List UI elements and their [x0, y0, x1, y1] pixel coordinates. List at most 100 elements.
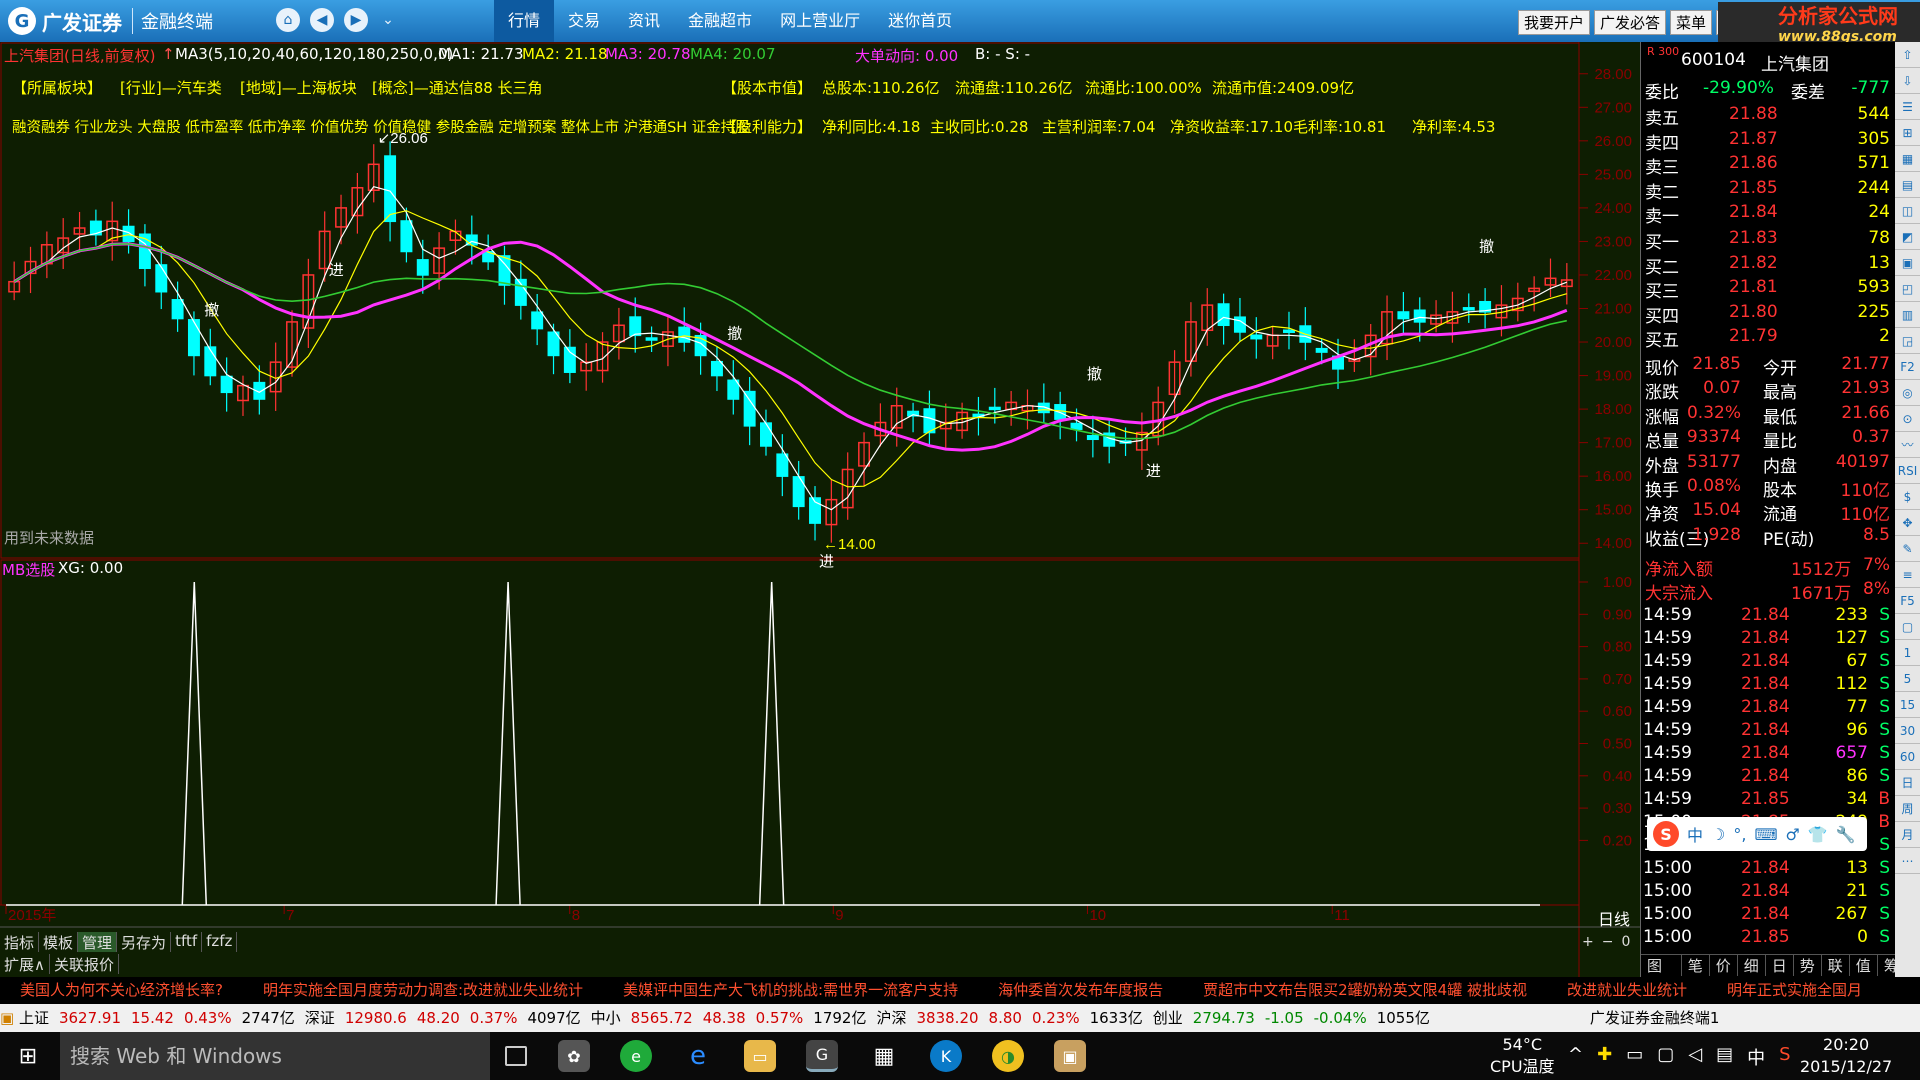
tab-manage[interactable]: 管理 — [78, 932, 118, 952]
ime-indicator[interactable]: 中 — [1747, 1044, 1765, 1070]
moon-icon[interactable]: ☽ — [1711, 825, 1725, 844]
tool-icon[interactable]: ⊙ — [1895, 406, 1920, 432]
tool-icon[interactable]: ⊞ — [1895, 120, 1920, 146]
tool-icon[interactable]: F5 — [1895, 588, 1920, 614]
tool-icon[interactable]: ▤ — [1895, 172, 1920, 198]
tool-icon[interactable]: ◲ — [1895, 328, 1920, 354]
tool-icon[interactable]: ⇩ — [1895, 68, 1920, 94]
home-icon[interactable]: ⌂ — [276, 8, 300, 32]
skin-icon[interactable]: 👕 — [1808, 825, 1828, 844]
news-headline[interactable]: 明年实施全国月度劳动力调查:改进就业失业统计 — [263, 981, 583, 999]
tool-icon[interactable]: 〰 — [1895, 432, 1920, 458]
tool-icon[interactable]: ▥ — [1895, 302, 1920, 328]
tool-icon[interactable]: ◎ — [1895, 380, 1920, 406]
news-headline[interactable]: 改进就业失业统计 — [1567, 981, 1687, 999]
notification-icon[interactable]: ▤ — [1716, 1044, 1733, 1070]
ime-toolbar[interactable]: S 中 ☽ °, ⌨ ♂ 👕 🔧 — [1647, 817, 1867, 851]
k-app-icon[interactable]: K — [930, 1040, 962, 1072]
menu-market[interactable]: 金融超市 — [674, 0, 766, 42]
clock[interactable]: 20:20 2015/12/27 — [1800, 1034, 1892, 1078]
battery-icon[interactable]: ▭ — [1626, 1044, 1643, 1070]
store-icon[interactable]: ▦ — [868, 1040, 900, 1072]
user-icon[interactable]: ♂ — [1786, 825, 1800, 844]
tool-icon[interactable]: ⇧ — [1895, 42, 1920, 68]
panel-tab[interactable]: 值 — [1850, 955, 1878, 976]
edge-icon[interactable]: e — [682, 1040, 714, 1072]
tool-icon[interactable]: 60 — [1895, 744, 1920, 770]
chevron-up-icon[interactable]: ^ — [1568, 1044, 1583, 1070]
news-headline[interactable]: 美媒评中国生产大飞机的挑战:需世界一流客户支持 — [623, 981, 958, 999]
kline-chart[interactable]: 28.00 27.00 26.00 25.00 24.00 23.00 22.00 21.00… — [0, 42, 1640, 977]
plus-icon[interactable]: ✚ — [1597, 1044, 1612, 1070]
tool-icon[interactable]: ▢ — [1895, 614, 1920, 640]
tool-icon[interactable]: $ — [1895, 484, 1920, 510]
tool-icon[interactable]: F2 — [1895, 354, 1920, 380]
menu-trade[interactable]: 交易 — [554, 0, 614, 42]
image-viewer-icon[interactable]: ▣ — [1054, 1040, 1086, 1072]
panel-tab[interactable]: 日 — [1766, 955, 1794, 976]
volume-icon[interactable]: ◁ — [1688, 1044, 1702, 1070]
wrench-icon[interactable]: 🔧 — [1836, 825, 1856, 844]
windows-start-icon[interactable]: ⊞ — [12, 1040, 44, 1072]
back-icon[interactable]: ◀ — [310, 8, 334, 32]
panel-tab[interactable]: 图文F10 — [1641, 955, 1682, 1015]
tool-icon[interactable]: 日 — [1895, 770, 1920, 796]
faq-button[interactable]: 广发必答 — [1594, 10, 1667, 35]
menu-button[interactable]: 菜单 — [1670, 10, 1713, 35]
chevron-down-icon[interactable]: ⌄ — [376, 8, 400, 32]
tool-icon[interactable]: ⋯ — [1895, 848, 1920, 874]
tab-related-quotes[interactable]: 关联报价 — [50, 954, 119, 974]
news-headline[interactable]: 美国人为何不关心经济增长率? — [20, 981, 223, 999]
explorer-icon[interactable]: ▭ — [744, 1040, 776, 1072]
news-headline[interactable]: 明年正式实施全国月 — [1727, 981, 1862, 999]
zoom-in-icon[interactable]: + — [1582, 934, 1594, 950]
menu-online-hall[interactable]: 网上营业厅 — [766, 0, 874, 42]
tab-template[interactable]: 模板 — [39, 932, 79, 952]
period-label[interactable]: 日线 — [1598, 906, 1630, 930]
game-icon[interactable]: ◑ — [992, 1040, 1024, 1072]
tool-icon[interactable]: 月 — [1895, 822, 1920, 848]
news-headline[interactable]: 贾超市中文布告限买2罐奶粉英文限4罐 被批歧视 — [1203, 981, 1527, 999]
tool-icon[interactable]: ◩ — [1895, 224, 1920, 250]
tool-icon[interactable]: 15 — [1895, 692, 1920, 718]
panel-tab[interactable]: 细 — [1738, 955, 1766, 976]
browser-360-icon[interactable]: e — [620, 1040, 652, 1072]
network-icon[interactable]: ▢ — [1657, 1044, 1674, 1070]
forward-icon[interactable]: ▶ — [344, 8, 368, 32]
chart-area[interactable]: 28.00 27.00 26.00 25.00 24.00 23.00 22.00 21.00… — [0, 42, 1640, 977]
task-view-icon[interactable] — [505, 1046, 527, 1066]
zoom-out-icon[interactable]: − — [1602, 934, 1614, 950]
menu-quotes[interactable]: 行情 — [494, 0, 555, 42]
menu-news[interactable]: 资讯 — [614, 0, 674, 42]
punct-icon[interactable]: °, — [1733, 825, 1746, 844]
tab-fzfz[interactable]: fzfz — [202, 932, 238, 952]
tab-indicator[interactable]: 指标 — [0, 932, 40, 952]
tool-icon[interactable]: ▦ — [1895, 146, 1920, 172]
app-icon[interactable]: ✿ — [558, 1040, 590, 1072]
keyboard-icon[interactable]: ⌨ — [1754, 825, 1777, 844]
tool-icon[interactable]: 5 — [1895, 666, 1920, 692]
tool-icon[interactable]: ◫ — [1895, 198, 1920, 224]
panel-tab[interactable]: 价 — [1710, 955, 1738, 976]
tool-icon[interactable]: ✥ — [1895, 510, 1920, 536]
ime-chinese[interactable]: 中 — [1687, 822, 1703, 846]
tab-tftf[interactable]: tftf — [171, 932, 203, 952]
open-account-button[interactable]: 我要开户 — [1518, 10, 1591, 35]
tool-icon[interactable]: ✎ — [1895, 536, 1920, 562]
tool-icon[interactable]: ☰ — [1895, 94, 1920, 120]
sogou-icon[interactable]: S — [1653, 821, 1679, 847]
tool-icon[interactable]: 30 — [1895, 718, 1920, 744]
tool-icon[interactable]: ◰ — [1895, 276, 1920, 302]
news-ticker[interactable]: 美国人为何不关心经济增长率? 明年实施全国月度劳动力调查:改进就业失业统计 美媒评中… — [0, 977, 1920, 1004]
tool-icon[interactable]: ▣ — [1895, 250, 1920, 276]
menu-mini-home[interactable]: 迷你首页 — [874, 0, 966, 42]
tool-icon[interactable]: 周 — [1895, 796, 1920, 822]
tool-icon[interactable]: 1 — [1895, 640, 1920, 666]
tool-icon[interactable]: ≡ — [1895, 562, 1920, 588]
taskbar-search[interactable]: 搜索 Web 和 Windows — [60, 1032, 490, 1080]
panel-tab[interactable]: 笔 — [1682, 955, 1710, 976]
tab-expand[interactable]: 扩展∧ — [0, 954, 50, 974]
sogou-tray-icon[interactable]: S — [1779, 1044, 1790, 1070]
reset-icon[interactable]: 0 — [1621, 934, 1630, 950]
tool-icon[interactable]: RSI — [1895, 458, 1920, 484]
